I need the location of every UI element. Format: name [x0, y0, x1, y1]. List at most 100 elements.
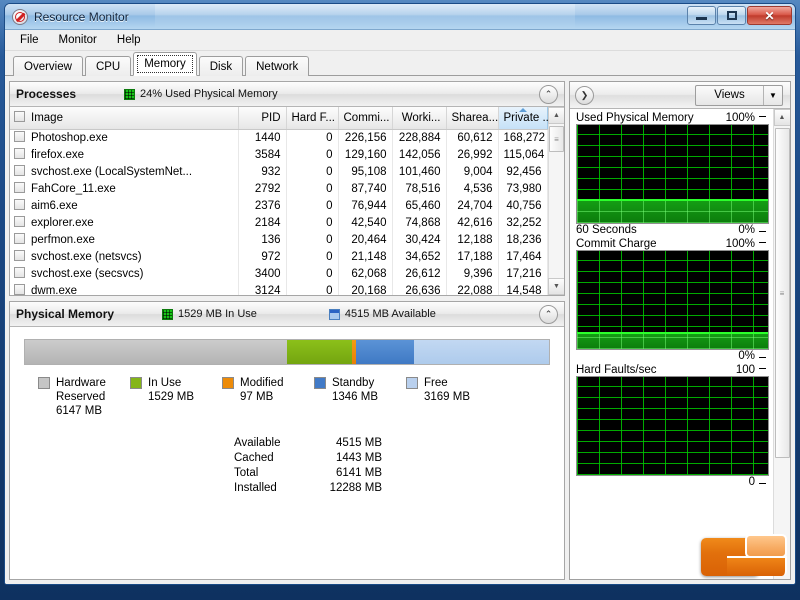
- row-checkbox[interactable]: [14, 165, 25, 176]
- graphs-scrollbar[interactable]: ▲ ≡: [773, 109, 790, 579]
- cell-working-set: 26,612: [392, 265, 446, 282]
- table-row[interactable]: Photoshop.exe14400226,156228,88460,61216…: [10, 129, 547, 146]
- tab-disk[interactable]: Disk: [199, 56, 243, 76]
- physical-memory-panel: Physical Memory 1529 MB In Use 4515 MB A…: [9, 301, 565, 580]
- tab-strip: Overview CPU Memory Disk Network: [5, 51, 795, 76]
- processes-scrollbar[interactable]: ▲ ≡ ▼: [548, 107, 565, 295]
- processes-title: Processes: [16, 87, 76, 101]
- physical-memory-header[interactable]: Physical Memory 1529 MB In Use 4515 MB A…: [10, 302, 564, 327]
- maximize-button[interactable]: [717, 6, 746, 25]
- scroll-up-arrow-icon[interactable]: ▲: [774, 109, 791, 126]
- memory-in-use-label: 1529 MB In Use: [178, 308, 257, 320]
- memory-legend-in-use: 1529 MB In Use: [162, 308, 257, 320]
- memory-legend-text: Modified97 MB: [240, 376, 283, 404]
- graph-canvas: [576, 124, 769, 224]
- cell-pid: 972: [238, 248, 286, 265]
- tab-overview[interactable]: Overview: [13, 56, 83, 76]
- physical-memory-body: HardwareReserved6147 MBIn Use1529 MBModi…: [10, 327, 564, 579]
- scrollbar-thumb[interactable]: ≡: [775, 128, 790, 458]
- graph-min-label: 0%: [738, 224, 755, 236]
- processes-collapse-button[interactable]: ⌃: [539, 85, 558, 104]
- cell-commit: 87,740: [338, 180, 392, 197]
- select-all-checkbox[interactable]: [14, 111, 25, 122]
- cell-shareable: 9,004: [446, 163, 498, 180]
- graph-title: Commit Charge: [576, 238, 657, 250]
- legend-label: In Use: [148, 377, 181, 389]
- row-checkbox[interactable]: [14, 131, 25, 142]
- column-header-working-set[interactable]: Worki...: [392, 107, 446, 129]
- row-checkbox[interactable]: [14, 267, 25, 278]
- processes-table-wrap: Image PID Hard F... Commi... Worki... Sh…: [10, 107, 564, 295]
- column-header-private[interactable]: Private ...: [498, 107, 547, 129]
- cell-hard-faults: 0: [286, 248, 338, 265]
- memory-stats-table: Available4515 MBCached1443 MBTotal6141 M…: [234, 436, 550, 496]
- row-checkbox[interactable]: [14, 182, 25, 193]
- table-row[interactable]: explorer.exe2184042,54074,86842,61632,25…: [10, 214, 547, 231]
- table-row[interactable]: aim6.exe2376076,94465,46024,70440,756: [10, 197, 547, 214]
- cell-image: svchost.exe (netsvcs): [10, 248, 238, 265]
- table-row[interactable]: dwm.exe3124020,16826,63622,08814,548: [10, 282, 547, 295]
- memory-bar-segment-free: [414, 340, 549, 364]
- memory-legend-text: Free3169 MB: [424, 376, 470, 404]
- row-checkbox[interactable]: [14, 216, 25, 227]
- column-header-pid[interactable]: PID: [238, 107, 286, 129]
- menu-item-monitor[interactable]: Monitor: [50, 32, 106, 48]
- minimize-button[interactable]: [687, 6, 716, 25]
- tab-network[interactable]: Network: [245, 56, 309, 76]
- cell-image: explorer.exe: [10, 214, 238, 231]
- expand-pane-button[interactable]: ❯: [575, 86, 594, 105]
- cell-image: FahCore_11.exe: [10, 180, 238, 197]
- column-header-commit[interactable]: Commi...: [338, 107, 392, 129]
- graph-title: Used Physical Memory: [576, 112, 694, 124]
- graph-fill-grid: [577, 332, 768, 349]
- column-header-shareable[interactable]: Sharea...: [446, 107, 498, 129]
- column-header-hard-faults[interactable]: Hard F...: [286, 107, 338, 129]
- graph-header: Commit Charge100%: [576, 238, 769, 250]
- processes-header[interactable]: Processes 24% Used Physical Memory ⌃: [10, 82, 564, 107]
- table-row[interactable]: FahCore_11.exe2792087,74078,5164,53673,9…: [10, 180, 547, 197]
- graph-fill-grid: [577, 199, 768, 223]
- views-button[interactable]: Views ▼: [695, 85, 783, 106]
- cell-hard-faults: 0: [286, 231, 338, 248]
- orange-logo-watermark: [701, 534, 787, 580]
- cell-pid: 3584: [238, 146, 286, 163]
- cell-working-set: 65,460: [392, 197, 446, 214]
- menu-item-file[interactable]: File: [11, 32, 48, 48]
- cell-private: 92,456: [498, 163, 547, 180]
- memory-stat-value: 12288 MB: [306, 481, 382, 496]
- legend-value: 97 MB: [240, 390, 283, 404]
- scrollbar-thumb[interactable]: ≡: [549, 126, 564, 152]
- cell-private: 40,756: [498, 197, 547, 214]
- cell-private: 18,236: [498, 231, 547, 248]
- memory-stat-row: Available4515 MB: [234, 436, 550, 451]
- memory-legend-item: In Use1529 MB: [130, 376, 222, 418]
- memory-stat-key: Cached: [234, 451, 306, 466]
- row-checkbox[interactable]: [14, 250, 25, 261]
- scroll-down-arrow-icon[interactable]: ▼: [548, 278, 564, 295]
- column-header-image-label: Image: [31, 112, 63, 124]
- row-checkbox[interactable]: [14, 233, 25, 244]
- menu-item-help[interactable]: Help: [108, 32, 150, 48]
- physical-memory-collapse-button[interactable]: ⌃: [539, 305, 558, 324]
- scroll-up-arrow-icon[interactable]: ▲: [548, 107, 564, 124]
- table-row[interactable]: svchost.exe (secsvcs)3400062,06826,6129,…: [10, 265, 547, 282]
- table-row[interactable]: svchost.exe (LocalSystemNet...932095,108…: [10, 163, 547, 180]
- column-header-image[interactable]: Image: [10, 107, 238, 129]
- cell-hard-faults: 0: [286, 265, 338, 282]
- cell-commit: 20,464: [338, 231, 392, 248]
- cell-commit: 42,540: [338, 214, 392, 231]
- cell-working-set: 142,056: [392, 146, 446, 163]
- table-row[interactable]: firefox.exe35840129,160142,05626,992115,…: [10, 146, 547, 163]
- row-checkbox[interactable]: [14, 284, 25, 295]
- close-button[interactable]: ✕: [747, 6, 792, 25]
- graph-header: Used Physical Memory100%: [576, 112, 769, 124]
- row-checkbox[interactable]: [14, 199, 25, 210]
- tab-cpu[interactable]: CPU: [85, 56, 131, 76]
- row-checkbox[interactable]: [14, 148, 25, 159]
- process-name: FahCore_11.exe: [31, 183, 116, 195]
- process-name: svchost.exe (secsvcs): [31, 268, 143, 280]
- title-bar-glass: [155, 4, 575, 29]
- table-row[interactable]: perfmon.exe136020,46430,42412,18818,236: [10, 231, 547, 248]
- tab-memory[interactable]: Memory: [133, 52, 197, 76]
- table-row[interactable]: svchost.exe (netsvcs)972021,14834,65217,…: [10, 248, 547, 265]
